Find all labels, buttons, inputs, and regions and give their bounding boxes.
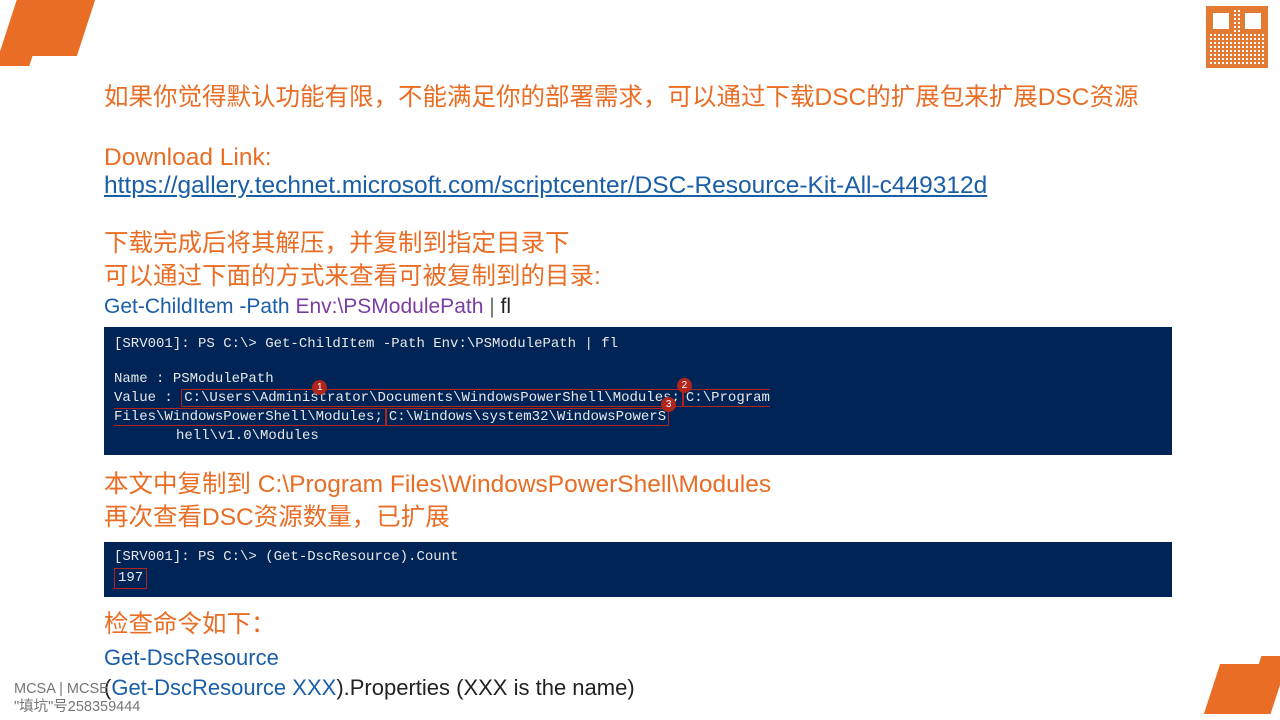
name-value: PSModulePath [173,371,274,387]
terminal-prompt-2: [SRV001]: PS C:\> (Get-DscResource).Coun… [114,548,1162,567]
format-list: fl [501,295,512,318]
corner-decoration-bottom [1202,656,1274,714]
path-3-text: C:\Windows\system32\WindowsPowerS [389,409,666,425]
value-label: Value : [114,390,181,406]
badge-3: 3 [661,397,676,412]
corner-decoration-top [14,0,84,68]
footer-line-1: MCSA | MCSE [14,680,140,698]
instruction-unzip: 下载完成后将其解压，并复制到指定目录下 [104,228,1184,260]
check-tail: ).Properties (XXX is the name) [336,675,634,700]
count-result: 197 [114,568,147,589]
pipe-symbol: | [489,295,494,318]
check-command-2: (Get-DscResource XXX).Properties (XXX is… [104,675,1184,701]
path-segment-3: 3C:\Windows\system32\WindowsPowerS [386,408,669,426]
param-value: Env:\PSModulePath [295,295,483,318]
path-continuation: hell\v1.0\Modules [114,427,1162,446]
check-label: 检查命令如下： [104,609,1184,641]
footer-line-2: "填坑"号258359444 [14,698,140,716]
intro-text: 如果你觉得默认功能有限，不能满足你的部署需求，可以通过下载DSC的扩展包来扩展D… [104,82,1184,114]
instruction-copy-dest: 本文中复制到 C:\Program Files\WindowsPowerShel… [104,469,1184,501]
name-label: Name : [114,371,173,387]
terminal-output-1: [SRV001]: PS C:\> Get-ChildItem -Path En… [104,327,1172,455]
path-segment-1: 1C:\Users\Administrator\Documents\Window… [181,389,683,407]
terminal-prompt: [SRV001]: PS C:\> Get-ChildItem -Path En… [114,335,1162,354]
footer: MCSA | MCSE "填坑"号258359444 [14,680,140,716]
path-1-text: C:\Users\Administrator\Documents\Windows… [184,390,680,406]
download-link[interactable]: https://gallery.technet.microsoft.com/sc… [104,172,987,199]
command-line-1: Get-ChildItem -Path Env:\PSModulePath | … [104,295,1184,319]
check-arg: XXX [286,675,336,700]
badge-1: 1 [312,380,327,395]
qr-code [1206,6,1268,68]
badge-2: 2 [677,378,692,393]
cmdlet-name: Get-ChildItem [104,295,234,318]
download-label: Download Link: [104,144,1184,172]
terminal-output-2: [SRV001]: PS C:\> (Get-DscResource).Coun… [104,542,1172,597]
instruction-viewpath: 可以通过下面的方式来查看可被复制到的目录: [104,261,1184,293]
param-flag-text: -Path [239,295,289,318]
content-area: 如果你觉得默认功能有限，不能满足你的部署需求，可以通过下载DSC的扩展包来扩展D… [104,82,1184,701]
slide: 如果你觉得默认功能有限，不能满足你的部署需求，可以通过下载DSC的扩展包来扩展D… [0,0,1280,720]
check-command-1: Get-DscResource [104,645,1184,671]
instruction-recount: 再次查看DSC资源数量，已扩展 [104,502,1184,534]
